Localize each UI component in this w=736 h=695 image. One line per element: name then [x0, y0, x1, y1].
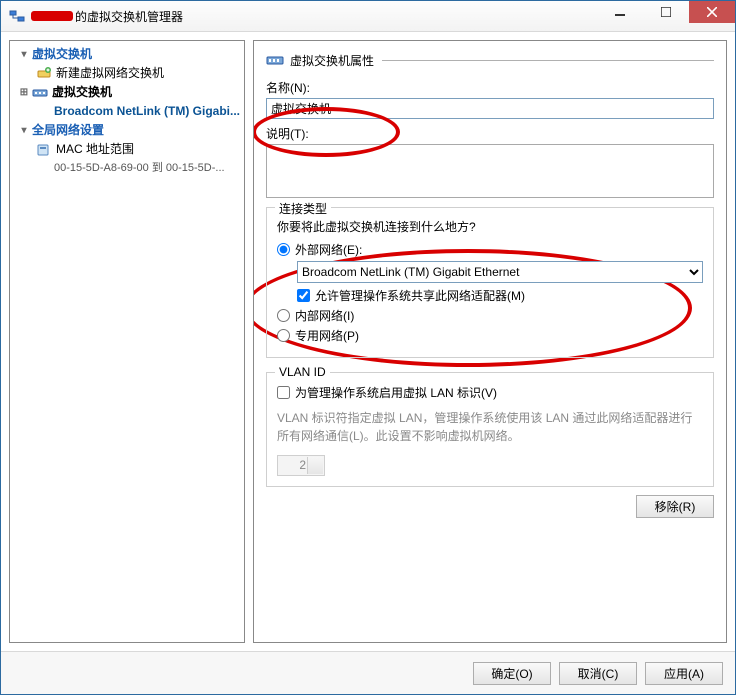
tree-item-label: Broadcom NetLink (TM) Gigabi...	[54, 103, 240, 120]
radio-private-input[interactable]	[277, 329, 290, 342]
switch-icon	[32, 85, 48, 101]
properties-pane: 虚拟交换机属性 名称(N): 说明(T): 连接类型 你要将此虚拟交换机连接到什…	[253, 40, 727, 643]
window: 的虚拟交换机管理器 ▾ 虚拟交换机 新建虚拟	[0, 0, 736, 695]
window-buttons	[597, 1, 735, 23]
switch-icon	[266, 51, 284, 69]
adapter-select[interactable]: Broadcom NetLink (TM) Gigabit Ethernet	[297, 261, 703, 283]
tree-header-global[interactable]: ▾ 全局网络设置	[10, 121, 244, 140]
minimize-icon	[615, 7, 625, 17]
description-label: 说明(T):	[266, 125, 714, 142]
tree-pane[interactable]: ▾ 虚拟交换机 新建虚拟网络交换机 ⊞ 虚拟交换机 Broadcom NetLi…	[9, 40, 245, 643]
radio-private[interactable]: 专用网络(P)	[277, 327, 703, 344]
allow-mgmt-label: 允许管理操作系统共享此网络适配器(M)	[315, 287, 525, 304]
footer: 确定(O) 取消(C) 应用(A)	[1, 651, 735, 694]
radio-external[interactable]: 外部网络(E):	[277, 241, 703, 258]
tree-item-mac-value: 00-15-5D-A8-69-00 到 00-15-5D-...	[10, 159, 244, 178]
tree-item-label: 虚拟交换机	[52, 84, 112, 101]
maximize-icon	[661, 7, 671, 17]
maximize-button[interactable]	[643, 1, 689, 23]
window-title: 的虚拟交换机管理器	[31, 8, 597, 25]
description-textarea[interactable]	[266, 144, 714, 198]
radio-external-label: 外部网络(E):	[295, 241, 362, 258]
tree-header-vswitches[interactable]: ▾ 虚拟交换机	[10, 45, 244, 64]
redacted-mark	[31, 11, 73, 21]
section-header: 虚拟交换机属性	[266, 51, 714, 69]
name-label: 名称(N):	[266, 79, 714, 96]
external-options: Broadcom NetLink (TM) Gigabit Ethernet 允…	[297, 261, 703, 304]
ok-button[interactable]: 确定(O)	[473, 662, 551, 685]
close-button[interactable]	[689, 1, 735, 23]
minimize-button[interactable]	[597, 1, 643, 23]
connection-prompt: 你要将此虚拟交换机连接到什么地方?	[277, 218, 703, 235]
group-legend: 连接类型	[275, 200, 331, 217]
radio-external-input[interactable]	[277, 243, 290, 256]
tree-item-selected-switch[interactable]: Broadcom NetLink (TM) Gigabi...	[10, 102, 244, 121]
radio-internal[interactable]: 内部网络(I)	[277, 307, 703, 324]
nic-icon	[36, 142, 52, 158]
tree-item-label: 新建虚拟网络交换机	[56, 65, 164, 82]
group-connection-type: 连接类型 你要将此虚拟交换机连接到什么地方? 外部网络(E): Broadcom…	[266, 207, 714, 358]
tree-item-new-switch[interactable]: 新建虚拟网络交换机	[10, 64, 244, 83]
remove-button[interactable]: 移除(R)	[636, 495, 714, 518]
collapse-icon[interactable]: ▾	[18, 46, 30, 63]
section-title-text: 虚拟交换机属性	[290, 52, 374, 69]
group-legend: VLAN ID	[275, 365, 330, 379]
tree-item-mac-range[interactable]: MAC 地址范围	[10, 140, 244, 159]
radio-internal-input[interactable]	[277, 309, 290, 322]
tree-item-detail: 00-15-5D-A8-69-00 到 00-15-5D-...	[54, 160, 225, 177]
apply-button[interactable]: 应用(A)	[645, 662, 723, 685]
titlebar: 的虚拟交换机管理器	[1, 1, 735, 32]
vlan-id-spinner: 2	[277, 455, 325, 476]
field-description: 说明(T):	[266, 125, 714, 201]
radio-internal-label: 内部网络(I)	[295, 307, 354, 324]
radio-private-label: 专用网络(P)	[295, 327, 359, 344]
collapse-icon[interactable]: ▾	[18, 122, 30, 139]
window-title-text: 的虚拟交换机管理器	[75, 8, 183, 25]
cancel-button[interactable]: 取消(C)	[559, 662, 637, 685]
allow-mgmt-checkbox[interactable]	[297, 289, 310, 302]
new-switch-icon	[36, 66, 52, 82]
vlan-enable-label: 为管理操作系统启用虚拟 LAN 标识(V)	[295, 384, 497, 401]
expand-icon[interactable]: ⊞	[18, 84, 30, 101]
field-name: 名称(N):	[266, 79, 714, 119]
tree-item-label: MAC 地址范围	[56, 141, 134, 158]
body: ▾ 虚拟交换机 新建虚拟网络交换机 ⊞ 虚拟交换机 Broadcom NetLi…	[1, 32, 735, 651]
check-allow-mgmt[interactable]: 允许管理操作系统共享此网络适配器(M)	[297, 287, 703, 304]
tree-header-label: 全局网络设置	[32, 122, 104, 139]
check-vlan-enable[interactable]: 为管理操作系统启用虚拟 LAN 标识(V)	[277, 384, 703, 401]
app-icon	[9, 8, 25, 24]
close-icon	[707, 7, 717, 17]
vlan-enable-checkbox[interactable]	[277, 386, 290, 399]
remove-row: 移除(R)	[266, 495, 714, 518]
vlan-help-text: VLAN 标识符指定虚拟 LAN，管理操作系统使用该 LAN 通过此网络适配器进…	[277, 409, 703, 445]
tree-header-label: 虚拟交换机	[32, 46, 92, 63]
separator	[382, 60, 714, 61]
name-input[interactable]	[266, 98, 714, 119]
group-vlan: VLAN ID 为管理操作系统启用虚拟 LAN 标识(V) VLAN 标识符指定…	[266, 372, 714, 487]
tree-sub-header-vswitch[interactable]: ⊞ 虚拟交换机	[10, 83, 244, 102]
